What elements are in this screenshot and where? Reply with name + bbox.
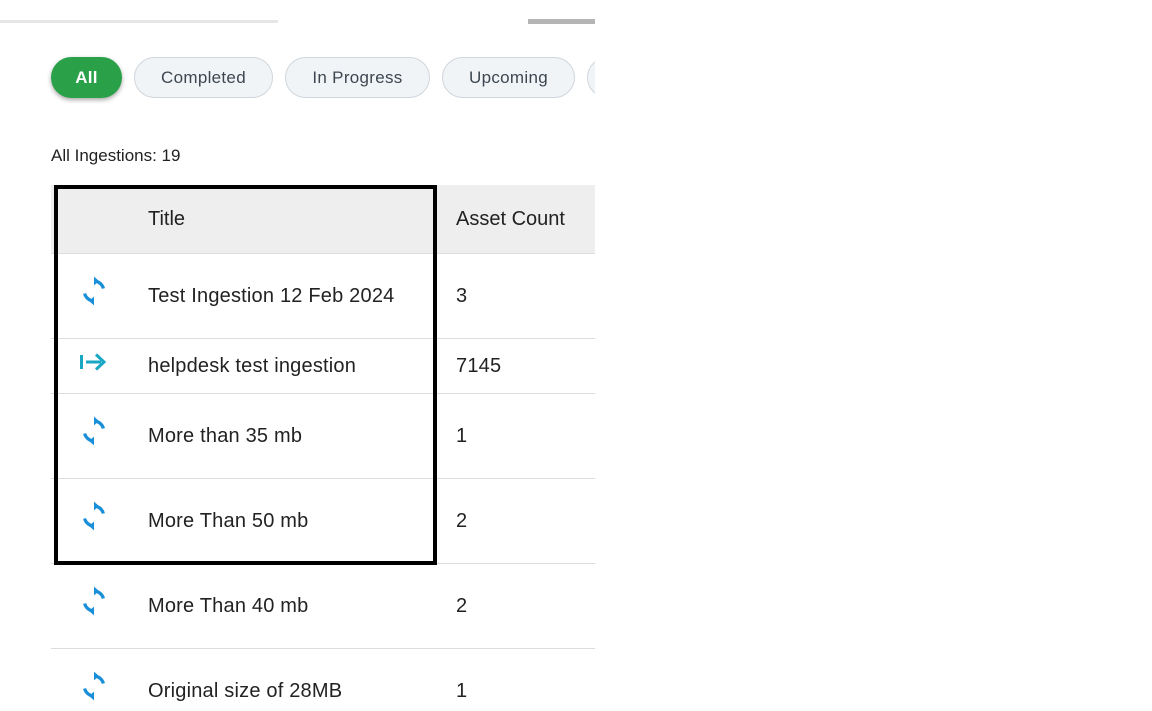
column-header-asset-count[interactable]: Asset Count: [456, 185, 565, 253]
row-asset-count: 1: [456, 425, 468, 447]
filter-completed-chip[interactable]: Completed: [134, 57, 273, 98]
header-divider: [0, 20, 278, 23]
sync-icon: [83, 671, 105, 701]
row-title: helpdesk test ingestion: [148, 355, 357, 377]
filter-next-chip[interactable]: [587, 57, 595, 98]
row-title: Test Ingestion 12 Feb 2024: [148, 285, 395, 307]
row-title: More Than 50 mb: [148, 510, 309, 532]
sync-icon: [83, 416, 105, 446]
sync-icon: [83, 276, 105, 306]
column-header-title[interactable]: Title: [148, 185, 185, 253]
arrow-to-right-icon: [80, 353, 107, 371]
row-title: More than 35 mb: [148, 425, 303, 447]
row-title: More Than 40 mb: [148, 595, 309, 617]
sync-icon: [83, 586, 105, 616]
row-asset-count: 2: [456, 510, 468, 532]
table-row[interactable]: More Than 40 mb 2: [51, 563, 595, 649]
row-asset-count: 2: [456, 595, 468, 617]
table-header: Title Asset Count: [51, 185, 595, 253]
scroll-indicator[interactable]: [528, 19, 595, 24]
row-asset-count: 1: [456, 680, 468, 702]
row-asset-count: 7145: [456, 355, 502, 377]
row-asset-count: 3: [456, 285, 468, 307]
filter-upcoming-chip[interactable]: Upcoming: [442, 57, 575, 98]
filter-all-chip[interactable]: All: [51, 57, 122, 98]
table-row[interactable]: More Than 50 mb 2: [51, 478, 595, 564]
table-row[interactable]: More than 35 mb 1: [51, 393, 595, 479]
ingestion-count-label: All Ingestions: 19: [51, 146, 181, 165]
table-row[interactable]: helpdesk test ingestion 7145: [51, 338, 595, 394]
row-title: Original size of 28MB: [148, 680, 343, 702]
table-row[interactable]: Test Ingestion 12 Feb 2024 3: [51, 253, 595, 339]
sync-icon: [83, 501, 105, 531]
ingestions-panel: All Completed In Progress Upcoming All I…: [0, 0, 595, 711]
filter-in-progress-chip[interactable]: In Progress: [285, 57, 430, 98]
status-filter-bar: All Completed In Progress Upcoming: [51, 57, 595, 98]
table-row[interactable]: Original size of 28MB 1: [51, 648, 595, 711]
